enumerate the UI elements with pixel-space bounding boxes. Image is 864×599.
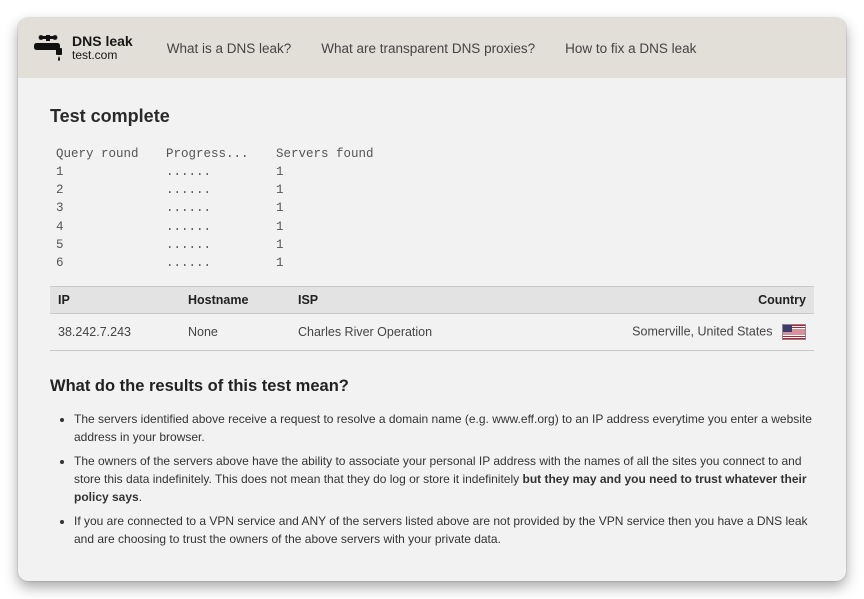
progress-row: 4 ...... 1 bbox=[56, 218, 814, 236]
col-round-header: Query round bbox=[56, 145, 166, 163]
cell-isp: Charles River Operation bbox=[290, 313, 594, 350]
logo-text: DNS leak test.com bbox=[72, 34, 133, 61]
page-title: Test complete bbox=[50, 106, 814, 127]
th-hostname: Hostname bbox=[180, 286, 290, 313]
progress-table: Query round Progress... Servers found 1 … bbox=[56, 145, 814, 272]
cell-hostname: None bbox=[180, 313, 290, 350]
logo-line2: test.com bbox=[72, 49, 133, 62]
logo[interactable]: DNS leak test.com bbox=[32, 34, 133, 62]
content: Test complete Query round Progress... Se… bbox=[18, 78, 846, 568]
col-found-header: Servers found bbox=[276, 145, 374, 163]
meaning-heading: What do the results of this test mean? bbox=[50, 377, 814, 396]
progress-row: 1 ...... 1 bbox=[56, 163, 814, 181]
meaning-item-2: The owners of the servers above have the… bbox=[74, 452, 814, 506]
meaning-item-1: The servers identified above receive a r… bbox=[74, 410, 814, 446]
topbar: DNS leak test.com What is a DNS leak? Wh… bbox=[18, 18, 846, 78]
results-row: 38.242.7.243 None Charles River Operatio… bbox=[50, 313, 814, 350]
progress-header: Query round Progress... Servers found bbox=[56, 145, 814, 163]
meaning-item-3: If you are connected to a VPN service an… bbox=[74, 512, 814, 548]
flag-us-icon bbox=[782, 324, 806, 340]
results-table: IP Hostname ISP Country 38.242.7.243 Non… bbox=[50, 286, 814, 351]
th-country: Country bbox=[594, 286, 814, 313]
progress-row: 3 ...... 1 bbox=[56, 199, 814, 217]
progress-row: 6 ...... 1 bbox=[56, 254, 814, 272]
page-card: DNS leak test.com What is a DNS leak? Wh… bbox=[18, 18, 846, 581]
logo-line1: DNS leak bbox=[72, 34, 133, 49]
th-isp: ISP bbox=[290, 286, 594, 313]
nav-transparent-proxies[interactable]: What are transparent DNS proxies? bbox=[321, 41, 535, 56]
nav-how-to-fix[interactable]: How to fix a DNS leak bbox=[565, 41, 696, 56]
faucet-icon bbox=[32, 34, 66, 62]
nav-what-is-dns-leak[interactable]: What is a DNS leak? bbox=[167, 41, 292, 56]
progress-row: 2 ...... 1 bbox=[56, 181, 814, 199]
main-nav: What is a DNS leak? What are transparent… bbox=[167, 41, 697, 56]
meaning-list: The servers identified above receive a r… bbox=[50, 410, 814, 548]
cell-country: Somerville, United States bbox=[594, 313, 814, 350]
progress-row: 5 ...... 1 bbox=[56, 236, 814, 254]
th-ip: IP bbox=[50, 286, 180, 313]
cell-ip: 38.242.7.243 bbox=[50, 313, 180, 350]
col-progress-header: Progress... bbox=[166, 145, 276, 163]
